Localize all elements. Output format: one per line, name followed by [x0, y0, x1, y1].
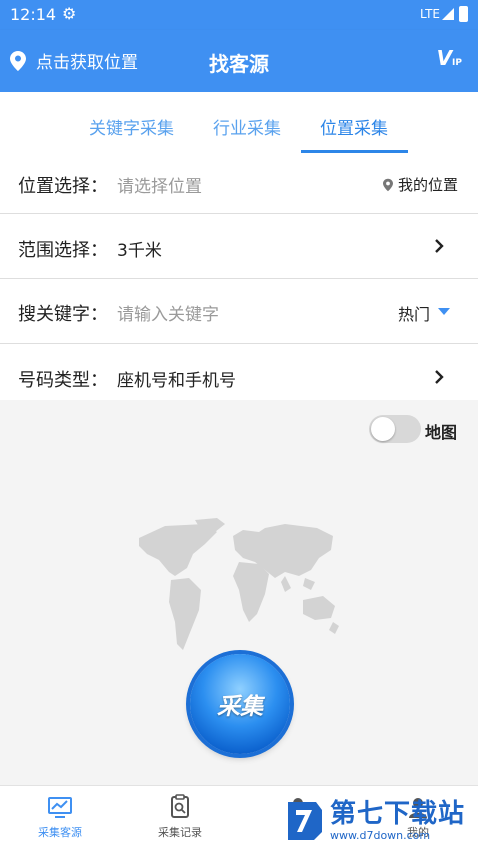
nav-collect-records[interactable]: 采集记录	[140, 794, 220, 840]
clipboard-search-icon	[171, 794, 189, 818]
keyword-input[interactable]: 请输入关键字	[117, 300, 219, 325]
app-bar: 点击获取位置 找客源 VIP	[0, 30, 478, 92]
monitor-chart-icon	[48, 797, 72, 818]
nav-collect-customers-label: 采集客源	[38, 826, 82, 839]
vip-badge-small: IP	[452, 58, 462, 68]
battery-icon	[459, 6, 468, 22]
tab-bar: 关键字采集 行业采集 位置采集	[0, 92, 478, 154]
map-area: 地图 采集	[0, 400, 478, 785]
settings-gear-icon: ⚙	[62, 4, 77, 23]
tab-keyword-collect[interactable]: 关键字采集	[89, 114, 174, 139]
map-toggle-label: 地图	[425, 423, 458, 442]
toggle-knob	[371, 417, 395, 441]
nav-collect-customers[interactable]: 采集客源	[20, 794, 100, 840]
range-value: 3千米	[117, 241, 162, 261]
chevron-right-icon	[435, 239, 444, 253]
nav-collect-records-label: 采集记录	[158, 826, 202, 839]
network-type-label: LTE	[420, 7, 440, 21]
phone-type-value: 座机号和手机号	[117, 371, 236, 391]
range-select-label: 范围选择：	[18, 240, 108, 261]
status-time: 12:14	[10, 5, 57, 24]
range-select-row[interactable]: 范围选择： 3千米	[0, 214, 478, 279]
phone-type-row[interactable]: 号码类型： 座机号和手机号	[0, 344, 478, 400]
my-location-label: 我的位置	[397, 176, 458, 194]
watermark: 第七下载站 www.d7down.com	[286, 798, 476, 844]
location-select-label: 位置选择：	[18, 176, 108, 197]
d7-logo-icon	[288, 802, 322, 840]
caret-down-icon[interactable]	[438, 308, 450, 315]
keyword-search-label: 搜关键字：	[18, 304, 108, 325]
location-select-row[interactable]: 位置选择： 请选择位置 我的位置	[0, 154, 478, 214]
tab-location-collect[interactable]: 位置采集	[320, 114, 388, 139]
watermark-name: 第七下载站	[330, 799, 466, 829]
vip-badge: V	[436, 46, 453, 70]
phone-type-label: 号码类型：	[18, 370, 108, 391]
my-location-button[interactable]: 我的位置	[382, 174, 458, 195]
location-select-input[interactable]: 请选择位置	[117, 172, 202, 197]
watermark-url: www.d7down.com	[330, 829, 431, 842]
page-title: 找客源	[209, 52, 269, 76]
hot-keywords-dropdown[interactable]: 热门	[398, 301, 430, 325]
tab-industry-collect[interactable]: 行业采集	[213, 114, 281, 139]
vip-button[interactable]: VIP	[437, 46, 462, 70]
chevron-right-icon	[435, 370, 444, 384]
status-bar: 12:14 ⚙ LTE	[0, 0, 478, 30]
active-tab-indicator	[301, 150, 408, 153]
keyword-search-row: 搜关键字： 请输入关键字 热门	[0, 279, 478, 344]
signal-icon	[442, 8, 454, 20]
collect-button[interactable]: 采集	[190, 654, 290, 754]
collect-button-label: 采集	[217, 694, 263, 720]
location-pin-icon	[382, 178, 393, 191]
world-map-icon	[139, 518, 339, 650]
map-toggle-switch[interactable]	[369, 415, 421, 443]
